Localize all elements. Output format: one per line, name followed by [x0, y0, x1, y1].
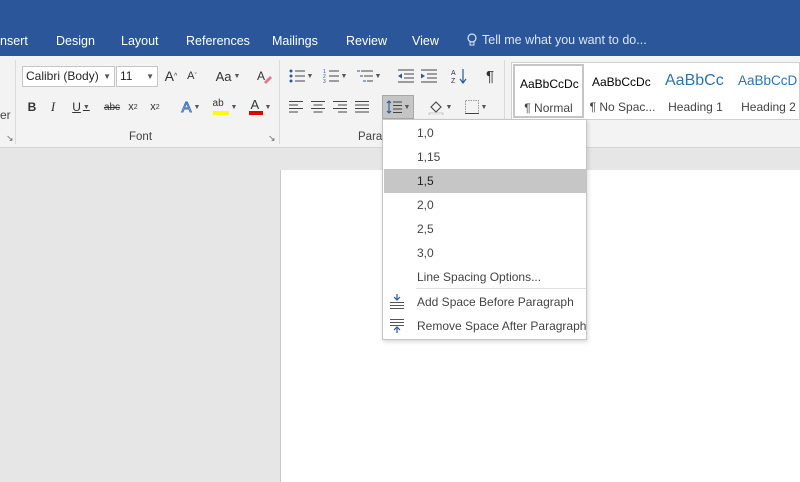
- tell-me-box[interactable]: Tell me what you want to do...: [466, 33, 647, 47]
- font-color-icon[interactable]: A ▼: [245, 96, 275, 118]
- increase-indent-icon[interactable]: [419, 65, 439, 87]
- line-spacing-option[interactable]: 1,0: [384, 121, 586, 145]
- align-center-icon[interactable]: [307, 96, 329, 118]
- multilevel-list-icon[interactable]: ▼: [354, 65, 384, 87]
- clear-formatting-icon[interactable]: A: [254, 65, 274, 87]
- highlight-color-icon[interactable]: ab ▼: [210, 96, 240, 118]
- clipboard-launcher-icon[interactable]: ↘: [6, 134, 15, 143]
- font-name-combo[interactable]: Calibri (Body) ▼: [22, 66, 115, 87]
- tab-review[interactable]: Review: [346, 34, 387, 48]
- show-formatting-marks-icon[interactable]: ¶: [480, 65, 500, 87]
- align-left-icon[interactable]: [285, 96, 307, 118]
- tab-layout[interactable]: Layout: [121, 34, 159, 48]
- style-normal[interactable]: AaBbCcDc ¶ Normal: [513, 64, 584, 118]
- line-spacing-option[interactable]: 2,5: [384, 217, 586, 241]
- bullets-icon[interactable]: ▼: [286, 65, 316, 87]
- add-space-before-icon: [390, 294, 404, 309]
- line-spacing-icon: [386, 100, 402, 114]
- menu-divider: [416, 288, 586, 289]
- italic-icon[interactable]: I: [45, 96, 61, 118]
- style-heading-2[interactable]: AaBbCcD Heading 2: [732, 63, 800, 119]
- sort-icon[interactable]: AZ: [449, 65, 469, 87]
- numbering-icon[interactable]: 1 2 3 ▼: [320, 65, 350, 87]
- svg-text:3: 3: [323, 79, 326, 83]
- lightbulb-icon: [467, 33, 477, 46]
- tell-me-text: Tell me what you want to do...: [482, 33, 647, 47]
- subscript-icon[interactable]: x2: [124, 96, 142, 118]
- style-sample: AaBbCcDc: [520, 77, 579, 91]
- grow-font-icon[interactable]: A ^: [162, 65, 180, 87]
- chevron-down-icon[interactable]: ▼: [146, 67, 154, 86]
- style-no-spacing[interactable]: AaBbCcDc ¶ No Spac...: [586, 63, 659, 119]
- style-heading-1[interactable]: AaBbCc Heading 1: [659, 63, 732, 119]
- superscript-icon[interactable]: x2: [146, 96, 164, 118]
- ribbon-tab-bar: nsert Design Layout References Mailings …: [0, 0, 800, 56]
- line-spacing-option[interactable]: 3,0: [384, 241, 586, 265]
- font-launcher-icon[interactable]: ↘: [268, 134, 277, 143]
- line-spacing-options-link[interactable]: Line Spacing Options...: [384, 265, 586, 289]
- chevron-down-icon[interactable]: ▼: [103, 67, 111, 86]
- style-sample: AaBbCc: [665, 72, 724, 89]
- underline-icon[interactable]: U ▼: [67, 96, 95, 118]
- style-sample: AaBbCcDc: [592, 75, 651, 89]
- shrink-font-icon[interactable]: Aˇ: [183, 65, 201, 87]
- remove-space-after-item[interactable]: Remove Space After Paragraph: [384, 314, 586, 338]
- tab-references[interactable]: References: [186, 34, 250, 48]
- line-spacing-menu: 1,0 1,15 1,5 2,0 2,5 3,0 Line Spacing Op…: [382, 119, 587, 340]
- tab-mailings[interactable]: Mailings: [272, 34, 318, 48]
- clipboard-partial-label: er: [0, 108, 11, 122]
- style-name: Heading 2: [741, 100, 796, 114]
- shading-icon[interactable]: ▼: [424, 96, 456, 118]
- text-effects-icon[interactable]: A ▼: [176, 96, 206, 118]
- document-workspace: [0, 148, 280, 482]
- line-spacing-option-selected[interactable]: 1,5: [384, 169, 586, 193]
- styles-gallery: AaBbCcDc ¶ Normal AaBbCcDc ¶ No Spac... …: [511, 62, 800, 120]
- svg-text:A: A: [451, 70, 456, 77]
- font-size-value: 11: [120, 69, 133, 83]
- add-space-before-label: Add Space Before Paragraph: [417, 295, 574, 309]
- svg-text:A: A: [257, 69, 265, 83]
- remove-space-after-label: Remove Space After Paragraph: [417, 319, 587, 333]
- change-case-icon[interactable]: Aa ▼: [213, 65, 243, 87]
- tab-view[interactable]: View: [412, 34, 439, 48]
- svg-text:Z: Z: [451, 78, 456, 84]
- group-separator: [279, 60, 280, 144]
- tab-insert[interactable]: nsert: [0, 34, 28, 48]
- justify-icon[interactable]: [351, 96, 373, 118]
- decrease-indent-icon[interactable]: [396, 65, 416, 87]
- add-space-before-item[interactable]: Add Space Before Paragraph: [384, 290, 586, 314]
- borders-icon[interactable]: ▼: [460, 96, 492, 118]
- font-group-label: Font: [129, 131, 153, 143]
- tab-design[interactable]: Design: [56, 34, 95, 48]
- line-spacing-button[interactable]: ▼: [382, 95, 414, 119]
- group-separator: [15, 60, 16, 144]
- line-spacing-option[interactable]: 1,15: [384, 145, 586, 169]
- remove-space-after-icon: [390, 319, 404, 333]
- font-size-combo[interactable]: 11 ▼: [116, 66, 158, 87]
- line-spacing-option[interactable]: 2,0: [384, 193, 586, 217]
- bold-icon[interactable]: B: [24, 96, 40, 118]
- font-name-value: Calibri (Body): [26, 69, 99, 83]
- strikethrough-icon[interactable]: abc: [102, 96, 122, 118]
- style-name: Heading 1: [668, 100, 723, 114]
- style-name: ¶ Normal: [524, 101, 573, 115]
- style-sample: AaBbCcD: [738, 73, 798, 88]
- style-name: ¶ No Spac...: [589, 100, 656, 114]
- align-right-icon[interactable]: [329, 96, 351, 118]
